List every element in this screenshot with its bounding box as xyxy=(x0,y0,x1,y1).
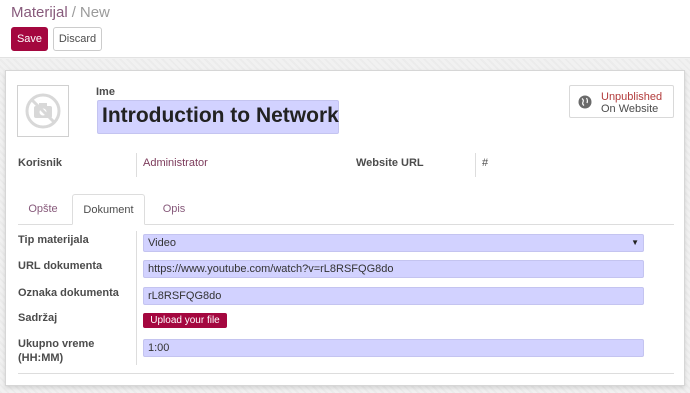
form-sheet: Ime Introduction to Network Unpublished … xyxy=(5,70,685,386)
website-url-value: # xyxy=(482,157,489,169)
website-url-label: Website URL xyxy=(356,157,424,169)
image-placeholder[interactable] xyxy=(17,85,69,137)
tip-materijala-select[interactable]: Video ▼ xyxy=(143,234,644,252)
ukupno-vreme-label: Ukupno vreme (HH:MM) xyxy=(18,337,94,365)
korisnik-label: Korisnik xyxy=(18,157,63,169)
tip-materijala-label: Tip materijala xyxy=(18,234,89,246)
discard-button[interactable]: Discard xyxy=(53,27,102,51)
url-dokumenta-input[interactable]: https://www.youtube.com/watch?v=rL8RSFQG… xyxy=(143,260,644,278)
publish-status: Unpublished xyxy=(601,91,663,103)
tab-dokument[interactable]: Dokument xyxy=(72,194,145,225)
globe-icon xyxy=(578,95,592,109)
sadrzaj-label: Sadržaj xyxy=(18,312,58,324)
tab-opis[interactable]: Opis xyxy=(149,194,199,225)
publish-location: On Website xyxy=(601,103,659,115)
no-camera-icon xyxy=(25,93,61,129)
tip-materijala-value: Video xyxy=(148,237,176,249)
upload-file-button[interactable]: Upload your file xyxy=(143,313,227,328)
field-divider xyxy=(475,153,476,177)
save-button[interactable]: Save xyxy=(11,27,48,51)
field-divider xyxy=(136,231,137,365)
url-dokumenta-label: URL dokumenta xyxy=(18,260,103,272)
name-input[interactable]: Introduction to Network xyxy=(97,100,339,134)
field-divider xyxy=(136,153,137,177)
notebook-tabs: Opšte Dokument Opis xyxy=(18,194,674,225)
breadcrumb-current: New xyxy=(79,4,110,21)
oznaka-dokumenta-label: Oznaka dokumenta xyxy=(18,287,119,299)
control-panel: Materijal / New Save Discard xyxy=(0,0,690,58)
publish-toggle-button[interactable]: Unpublished On Website xyxy=(569,85,674,118)
ukupno-vreme-input[interactable]: 1:00 xyxy=(143,339,644,357)
korisnik-value[interactable]: Administrator xyxy=(143,157,208,169)
section-divider xyxy=(18,373,674,374)
ukupno-vreme-label-line1: Ukupno vreme xyxy=(18,338,95,350)
tab-opste[interactable]: Opšte xyxy=(18,194,68,225)
breadcrumb-separator: / xyxy=(71,4,76,21)
breadcrumb: Materijal / New xyxy=(11,4,110,21)
name-label: Ime xyxy=(96,86,115,98)
ukupno-vreme-label-line2: (HH:MM) xyxy=(18,352,64,364)
dropdown-arrow-icon: ▼ xyxy=(631,238,639,247)
breadcrumb-parent-link[interactable]: Materijal xyxy=(11,4,68,21)
oznaka-dokumenta-input[interactable]: rL8RSFQG8do xyxy=(143,287,644,305)
